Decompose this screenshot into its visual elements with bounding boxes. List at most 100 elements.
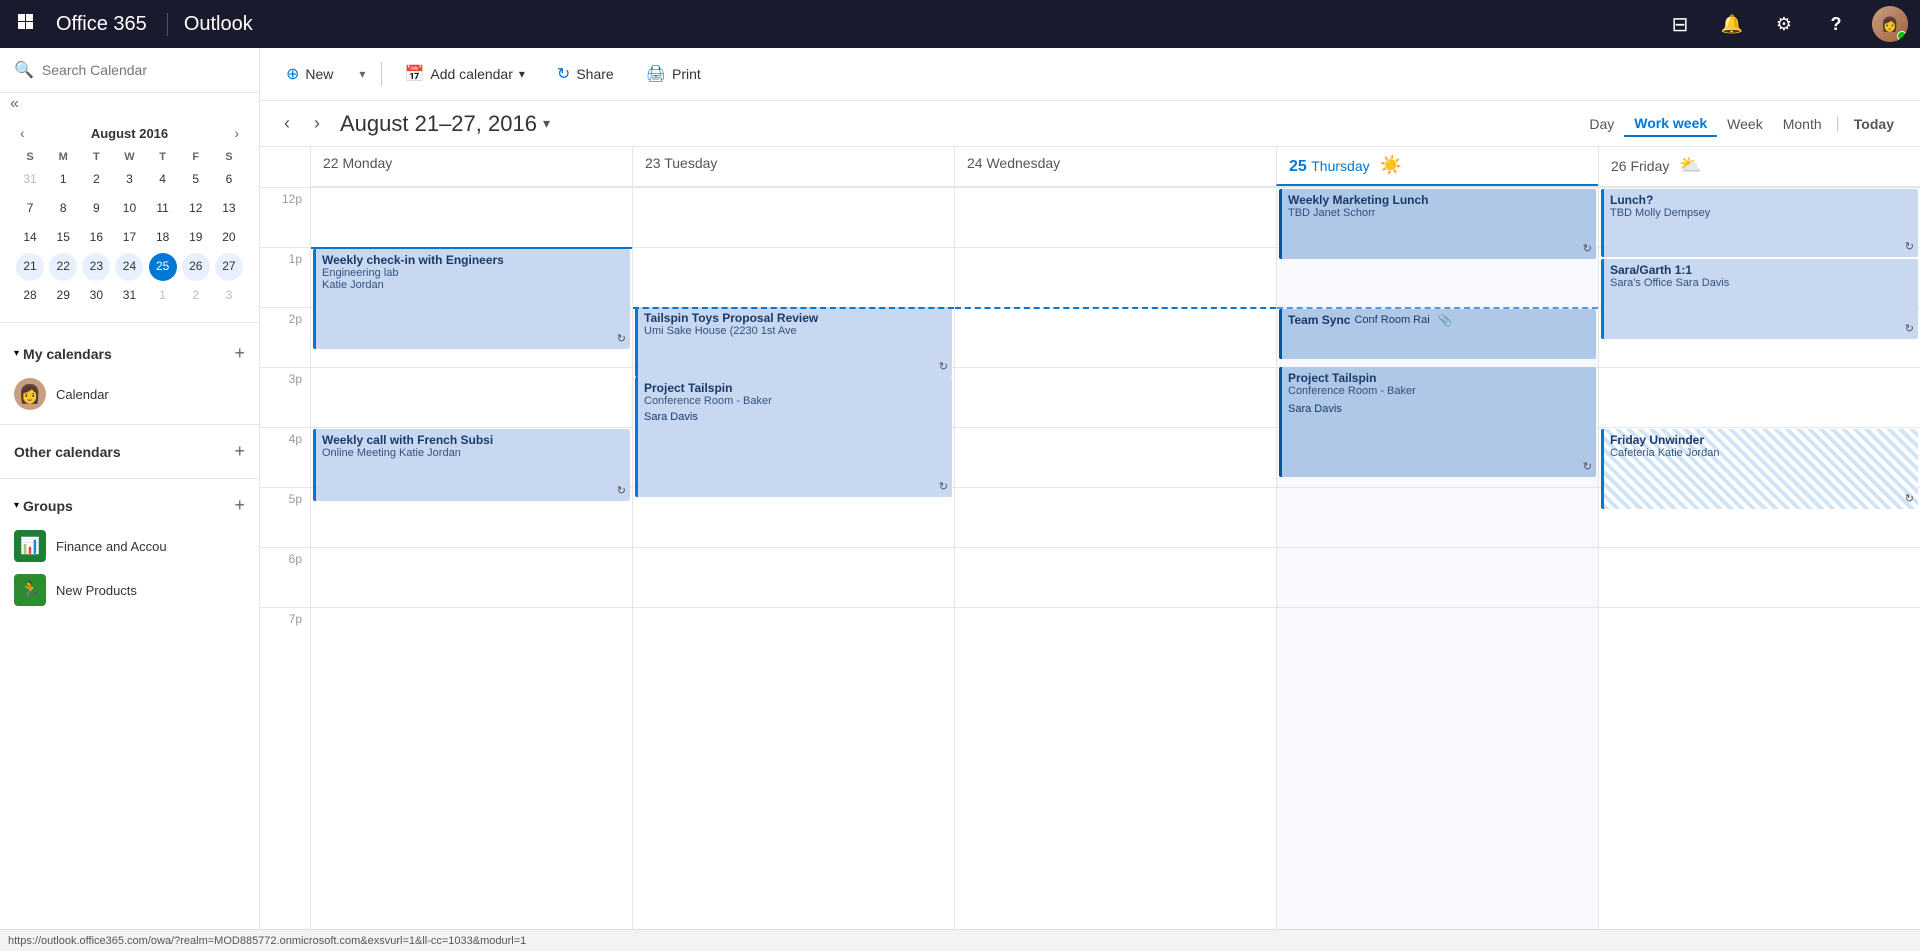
help-icon[interactable]: ? xyxy=(1820,8,1852,40)
event-sub1: Umi Sake House (2230 1st Ave xyxy=(644,325,946,337)
cal-day[interactable]: 18 xyxy=(149,224,177,252)
event-french-call[interactable]: Weekly call with French Subsi Online Mee… xyxy=(313,429,630,501)
event-title: Project Tailspin xyxy=(644,381,946,395)
cal-prev-btn[interactable]: ‹ xyxy=(276,109,298,138)
my-calendars-header[interactable]: ▾ My calendars + xyxy=(0,335,259,372)
team-sync-location: Conf Room Rai xyxy=(1354,314,1429,326)
event-sub1: TBD Janet Schorr xyxy=(1288,207,1590,219)
groups-header[interactable]: ▾ Groups + xyxy=(0,487,259,524)
cal-day[interactable]: 26 xyxy=(182,253,210,281)
group-item-new-products[interactable]: 🏃 New Products xyxy=(0,568,259,612)
today-btn[interactable]: Today xyxy=(1844,112,1904,136)
new-label: New xyxy=(305,66,333,82)
cal-day[interactable]: 31 xyxy=(16,166,44,194)
view-month-btn[interactable]: Month xyxy=(1773,112,1832,136)
day-col-fri: Lunch? TBD Molly Dempsey ↻ Sara/Garth 1:… xyxy=(1598,187,1920,929)
time-5p: 5p xyxy=(260,487,310,547)
cal-day[interactable]: 19 xyxy=(182,224,210,252)
cal-day[interactable]: 22 xyxy=(49,253,77,281)
cal-day[interactable]: 7 xyxy=(16,195,44,223)
search-input[interactable] xyxy=(42,62,245,78)
other-calendars-title: Other calendars xyxy=(14,444,121,460)
calendar-item-calendar[interactable]: 👩 Calendar xyxy=(0,372,259,416)
event-organizer: Sara Davis xyxy=(644,411,946,423)
cal-day[interactable]: 31 xyxy=(115,282,143,310)
cal-day[interactable]: 12 xyxy=(182,195,210,223)
cal-day[interactable]: 16 xyxy=(82,224,110,252)
day-header-thu: 25 Thursday ☀️ xyxy=(1276,147,1598,186)
print-btn[interactable]: 🖨 Print xyxy=(636,58,711,90)
cal-day[interactable]: 1 xyxy=(149,282,177,310)
cal-day[interactable]: 3 xyxy=(115,166,143,194)
event-project-tailspin-tue[interactable]: Project Tailspin Conference Room - Baker… xyxy=(635,377,952,497)
cal-day[interactable]: 8 xyxy=(49,195,77,223)
cal-title-dropdown-btn[interactable]: ▾ xyxy=(543,115,550,132)
cal-day[interactable]: 1 xyxy=(49,166,77,194)
add-other-calendar-btn[interactable]: + xyxy=(234,441,245,462)
day-col-mon: Weekly check-in with Engineers Engineeri… xyxy=(310,187,632,929)
notifications-icon[interactable]: 🔔 xyxy=(1716,8,1748,40)
event-sara-garth[interactable]: Sara/Garth 1:1 Sara's Office Sara Davis … xyxy=(1601,259,1918,339)
new-dropdown-btn[interactable]: ▾ xyxy=(355,63,369,85)
cal-day[interactable]: 20 xyxy=(215,224,243,252)
event-friday-unwinder[interactable]: Friday Unwinder Cafeteria Katie Jordan ↻ xyxy=(1601,429,1918,509)
cal-day[interactable]: 14 xyxy=(16,224,44,252)
event-title: Friday Unwinder xyxy=(1610,433,1912,447)
new-event-btn[interactable]: ⊕ New xyxy=(276,58,343,90)
mini-cal-grid: S M T W T F S 31 1 2 3 4 5 6 7 8 9 10 xyxy=(14,149,245,310)
cal-grid: 22 Monday 23 Tuesday 24 Wednesday 25 Thu… xyxy=(260,147,1920,929)
waffle-icon[interactable] xyxy=(12,8,44,40)
my-calendars-chevron: ▾ xyxy=(14,348,19,359)
mini-cal-next-btn[interactable]: › xyxy=(228,123,245,143)
avatar[interactable]: 👩 xyxy=(1872,6,1908,42)
other-calendars-header[interactable]: Other calendars + xyxy=(0,433,259,470)
cal-day[interactable]: 11 xyxy=(149,195,177,223)
event-title: Sara/Garth 1:1 xyxy=(1610,263,1912,277)
cal-day[interactable]: 9 xyxy=(82,195,110,223)
cal-day[interactable]: 28 xyxy=(16,282,44,310)
add-group-btn[interactable]: + xyxy=(234,495,245,516)
cal-day[interactable]: 23 xyxy=(82,253,110,281)
cal-day[interactable]: 30 xyxy=(82,282,110,310)
settings-icon[interactable]: ⚙ xyxy=(1768,8,1800,40)
event-project-tailspin-thu[interactable]: Project Tailspin Conference Room - Baker… xyxy=(1279,367,1596,477)
dow-w: W xyxy=(113,149,145,165)
group-item-finance[interactable]: 📊 Finance and Accou xyxy=(0,524,259,568)
cal-day[interactable]: 29 xyxy=(49,282,77,310)
cal-day[interactable]: 2 xyxy=(82,166,110,194)
cal-next-btn[interactable]: › xyxy=(306,109,328,138)
dow-m: M xyxy=(47,149,79,165)
view-day-btn[interactable]: Day xyxy=(1579,112,1624,136)
mini-cal-prev-btn[interactable]: ‹ xyxy=(14,123,31,143)
share-btn[interactable]: ↻ Share xyxy=(547,58,624,90)
cal-day[interactable]: 24 xyxy=(115,253,143,281)
cal-day-today[interactable]: 25 xyxy=(149,253,177,281)
add-my-calendar-btn[interactable]: + xyxy=(234,343,245,364)
cal-day[interactable]: 13 xyxy=(215,195,243,223)
event-sub1: Conference Room - Baker xyxy=(1288,385,1590,397)
view-week-btn[interactable]: Week xyxy=(1717,112,1773,136)
event-weekly-checkin[interactable]: Weekly check-in with Engineers Engineeri… xyxy=(313,249,630,349)
cal-day[interactable]: 4 xyxy=(149,166,177,194)
cal-day[interactable]: 6 xyxy=(215,166,243,194)
cal-day[interactable]: 10 xyxy=(115,195,143,223)
event-team-sync[interactable]: Team Sync Conf Room Rai 📎 xyxy=(1279,309,1596,359)
cal-day[interactable]: 17 xyxy=(115,224,143,252)
skype-icon[interactable]: ⊟ xyxy=(1664,8,1696,40)
view-work-week-btn[interactable]: Work week xyxy=(1624,111,1717,137)
add-calendar-btn[interactable]: 📅 Add calendar ▾ xyxy=(394,58,534,90)
event-tailspin-proposal[interactable]: Tailspin Toys Proposal Review Umi Sake H… xyxy=(635,307,952,377)
new-products-group-label: New Products xyxy=(56,583,137,598)
cal-day[interactable]: 15 xyxy=(49,224,77,252)
cal-day[interactable]: 21 xyxy=(16,253,44,281)
event-title: Project Tailspin xyxy=(1288,371,1590,385)
time-7p: 7p xyxy=(260,607,310,667)
cal-day[interactable]: 2 xyxy=(182,282,210,310)
event-lunch-fri[interactable]: Lunch? TBD Molly Dempsey ↻ xyxy=(1601,189,1918,257)
event-marketing-lunch[interactable]: Weekly Marketing Lunch TBD Janet Schorr … xyxy=(1279,189,1596,259)
cal-day[interactable]: 3 xyxy=(215,282,243,310)
cal-day[interactable]: 27 xyxy=(215,253,243,281)
time-gutter: 12p 1p 2p 3p 4p 5p 6p 7p xyxy=(260,187,310,929)
cal-day[interactable]: 5 xyxy=(182,166,210,194)
sidebar-collapse-btn[interactable]: « xyxy=(10,95,19,113)
